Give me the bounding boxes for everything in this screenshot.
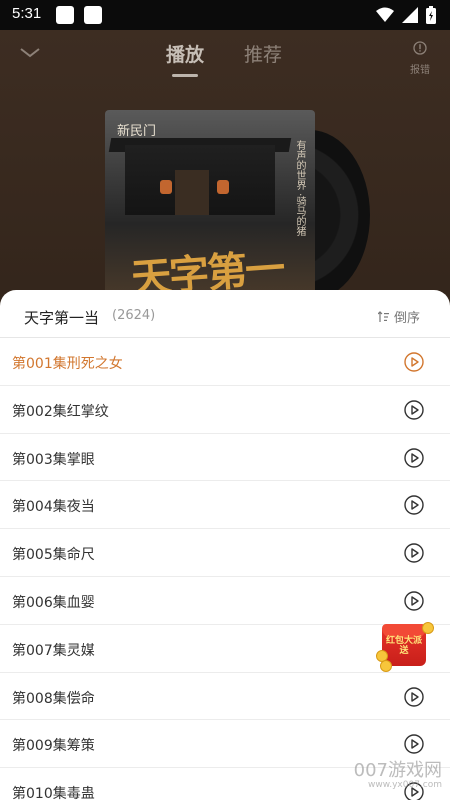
cover-door — [175, 170, 209, 215]
playlist-title: 天字第一当 — [24, 309, 100, 327]
tab-play[interactable]: 播放 — [166, 40, 204, 67]
report-label: 报错 — [410, 65, 430, 76]
sort-label: 倒序 — [393, 311, 420, 326]
episode-item[interactable]: 第008集偿命 — [0, 673, 450, 721]
episode-list: 第001集刑死之女 第002集红掌纹 第003集掌眼 第004集夜当 第005集… — [0, 338, 450, 800]
cover-side-text: 有声的世界 ·骑马的猪 — [294, 140, 305, 237]
playlist-count: (2624) — [112, 308, 156, 323]
play-icon[interactable] — [403, 399, 425, 421]
episode-title: 第007集灵媒 — [12, 642, 95, 659]
sort-icon — [377, 310, 389, 322]
red-packet-label: 红包大派送 — [385, 636, 422, 656]
play-icon[interactable] — [403, 351, 425, 373]
play-icon[interactable] — [403, 686, 425, 708]
chevron-down-icon[interactable] — [18, 42, 42, 62]
watermark-main: 007游戏网 — [353, 760, 442, 781]
playlist-sheet: 天字第一当 (2624) 倒序 第001集刑死之女 第002集红掌纹 第003集… — [0, 290, 450, 800]
album-cover[interactable]: 新民门 有声的世界 ·骑马的猪 天字第一当 — [105, 110, 315, 300]
signal-icon — [402, 7, 418, 23]
episode-item[interactable]: 第004集夜当 — [0, 481, 450, 530]
play-icon[interactable] — [403, 494, 425, 516]
playlist-header: 天字第一当 (2624) 倒序 — [0, 290, 450, 338]
play-icon[interactable] — [403, 733, 425, 755]
cover-lantern — [217, 180, 229, 194]
battery-icon — [426, 6, 436, 24]
status-time: 5:31 — [12, 5, 42, 22]
episode-title: 第009集筹策 — [12, 738, 95, 755]
episode-title: 第003集掌眼 — [12, 451, 95, 468]
play-icon[interactable] — [403, 447, 425, 469]
episode-item[interactable]: 第002集红掌纹 — [0, 386, 450, 434]
report-button[interactable]: 报错 — [404, 40, 436, 76]
episode-title: 第010集毒蛊 — [12, 786, 95, 800]
notification-icon — [84, 6, 102, 24]
cover-tag: 新民门 — [117, 124, 157, 139]
tab-indicator — [172, 74, 198, 77]
coin-icon — [422, 622, 434, 634]
wifi-icon — [376, 7, 394, 22]
tab-recommend[interactable]: 推荐 — [244, 40, 282, 67]
episode-item[interactable]: 第003集掌眼 — [0, 434, 450, 482]
episode-title: 第008集偿命 — [12, 690, 95, 707]
episode-title: 第006集血婴 — [12, 594, 95, 611]
play-icon[interactable] — [403, 542, 425, 564]
sort-button[interactable]: 倒序 — [377, 307, 420, 326]
episode-item[interactable]: 第005集命尺 — [0, 529, 450, 577]
notification-icon — [56, 6, 74, 24]
alert-circle-icon — [413, 41, 427, 55]
cover-lantern — [160, 180, 172, 194]
play-icon[interactable] — [403, 590, 425, 612]
episode-title: 第002集红掌纹 — [12, 403, 109, 420]
episode-title: 第001集刑死之女 — [12, 356, 123, 372]
episode-item[interactable]: 第006集血婴 — [0, 577, 450, 625]
episode-title: 第004集夜当 — [12, 499, 95, 516]
episode-title: 第005集命尺 — [12, 547, 95, 564]
watermark: 007游戏网 www.yx007.com — [354, 756, 442, 790]
status-bar: 5:31 — [0, 0, 450, 30]
episode-item[interactable]: 第001集刑死之女 — [0, 338, 450, 386]
coin-icon — [380, 660, 392, 672]
red-packet-promo[interactable]: 红包大派送 — [376, 620, 434, 672]
